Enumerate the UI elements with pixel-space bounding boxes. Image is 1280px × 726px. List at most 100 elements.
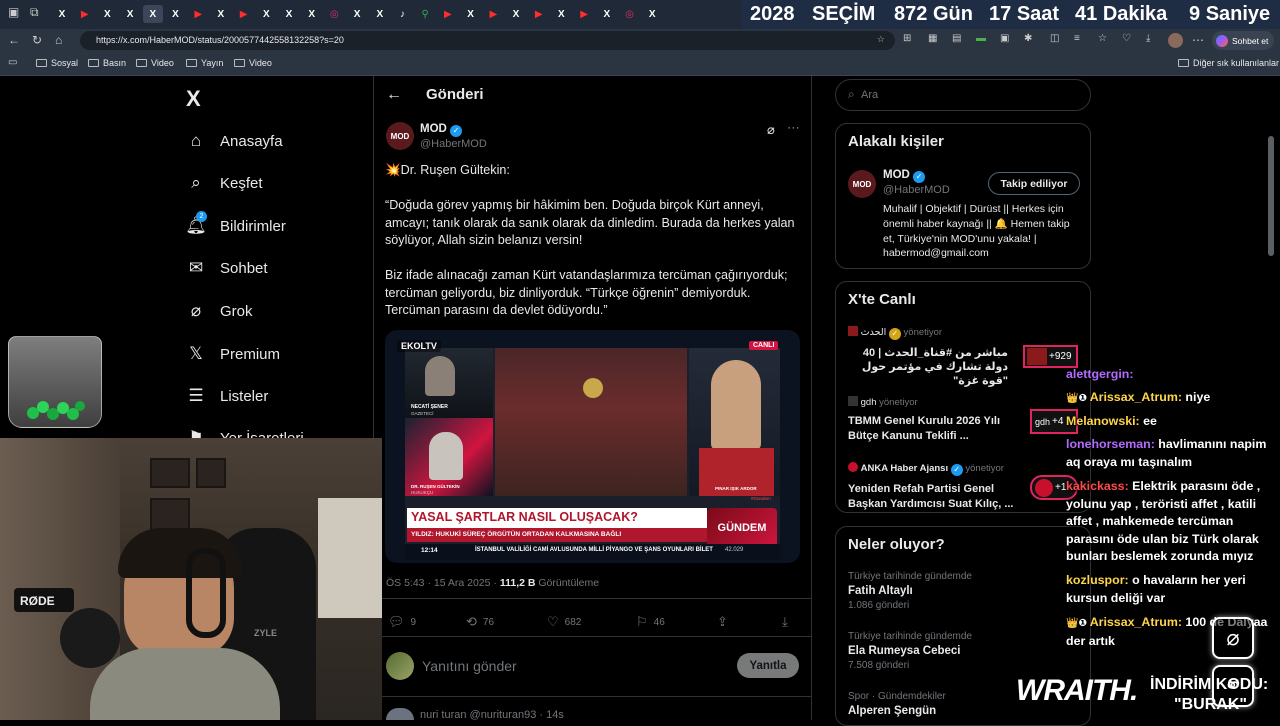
post-timestamp[interactable]: ÖS 5:43 · 15 Ara 2025 · <box>386 577 500 589</box>
grok-explain-icon[interactable]: ⌀ <box>767 122 775 138</box>
home-icon[interactable]: ⌂ <box>55 33 62 47</box>
puzzle-icon[interactable]: ✱ <box>1024 33 1032 44</box>
url-field[interactable]: https://x.com/HaberMOD/status/2000577442… <box>80 31 895 50</box>
extension-icon[interactable]: ⊞ <box>903 33 911 44</box>
bookmark-folder[interactable]: Basın <box>88 58 126 68</box>
extension-icon[interactable]: ▦ <box>928 33 937 44</box>
like-action[interactable]: ♡ 682 <box>547 614 581 630</box>
x-tab-icon[interactable]: X <box>142 5 163 23</box>
favorites-icon[interactable]: ☆ <box>1098 33 1107 44</box>
x-tab-icon[interactable]: X <box>256 5 276 23</box>
youtube-tab-icon[interactable]: ▶ <box>574 5 594 23</box>
share-action[interactable]: ⇪ <box>717 614 728 630</box>
sidebar-item-explore[interactable]: ⌕ Keşfet <box>186 173 262 193</box>
tab-actions-icon[interactable]: ▣ <box>8 5 19 19</box>
x-tab-icon[interactable]: X <box>120 5 140 23</box>
author-handle[interactable]: @HaberMOD <box>420 138 487 150</box>
downloads-icon[interactable]: ⤓ <box>1146 33 1150 44</box>
extension-icon[interactable]: ▤ <box>952 33 961 44</box>
x-tab-icon[interactable]: X <box>52 5 72 23</box>
heart-icon[interactable]: ♡ <box>1122 33 1131 44</box>
favorite-star-icon[interactable]: ☆ <box>877 34 885 45</box>
bookmark-action[interactable]: ⚐ 46 <box>636 614 665 630</box>
following-button[interactable]: Takip ediliyor <box>988 172 1080 195</box>
x-tab-icon[interactable]: X <box>166 5 186 23</box>
x-tab-icon[interactable]: X <box>597 5 617 23</box>
author-avatar[interactable]: MOD <box>386 122 414 150</box>
reply-button[interactable]: Yanıtla <box>737 653 799 678</box>
x-logo[interactable]: X <box>186 86 201 112</box>
verified-badge-icon: ✓ <box>913 171 926 183</box>
sidebar-item-lists[interactable]: ☰ Listeler <box>186 386 268 406</box>
maps-tab-icon[interactable]: ⚲ <box>415 5 435 23</box>
trend-item[interactable]: Türkiye tarihinde gündemde Fatih Altaylı… <box>848 571 972 611</box>
repost-action[interactable]: ⟲ 76 <box>466 614 494 630</box>
tbmm-emblem <box>583 378 603 398</box>
sidebar-item-messages[interactable]: ✉ Sohbet <box>186 258 268 278</box>
reload-icon[interactable]: ↻ <box>32 33 42 47</box>
extension-icon[interactable]: ▬ <box>976 33 986 44</box>
sidebar-item-premium[interactable]: 𝕏 Premium <box>186 344 280 364</box>
x-tab-icon[interactable]: X <box>211 5 231 23</box>
mail-icon: ✉ <box>188 258 204 277</box>
youtube-tab-icon[interactable]: ▶ <box>529 5 549 23</box>
x-tab-icon[interactable]: X <box>642 5 662 23</box>
x-tab-icon[interactable]: X <box>506 5 526 23</box>
youtube-tab-icon[interactable]: ▶ <box>483 5 503 23</box>
x-tab-icon[interactable]: X <box>279 5 299 23</box>
listener-avatar <box>1027 348 1047 365</box>
x-tab-icon[interactable]: X <box>97 5 117 23</box>
ticker-clock: 12:14 <box>421 547 438 554</box>
reply-input[interactable]: Yanıtını gönder <box>422 658 517 674</box>
more-icon[interactable]: ⋯ <box>1192 33 1204 47</box>
youtube-tab-icon[interactable]: ▶ <box>438 5 458 23</box>
bookmark-folder[interactable]: Video <box>234 58 272 68</box>
trend-item[interactable]: Spor · Gündemdekiler Alperen Şengün <box>848 691 946 717</box>
related-avatar[interactable]: MOD <box>848 170 876 198</box>
x-tab-icon[interactable]: X <box>302 5 322 23</box>
guest2-role: HUKUKÇU <box>411 490 434 495</box>
back-icon[interactable]: ← <box>8 33 20 47</box>
related-name-row[interactable]: MOD ✓ <box>883 169 926 183</box>
tiktok-tab-icon[interactable]: ♪ <box>393 5 413 23</box>
collections-icon[interactable]: ≡ <box>1074 33 1080 44</box>
trend-item[interactable]: Türkiye tarihinde gündemde Ela Rumeysa C… <box>848 631 972 671</box>
scrollbar-thumb[interactable] <box>1268 136 1274 256</box>
search-field[interactable]: ⌕ Ara <box>835 79 1091 111</box>
split-screen-icon[interactable]: ◫ <box>1050 33 1059 44</box>
sidebar-toggle-icon[interactable]: ▭ <box>8 57 17 68</box>
x-tab-icon[interactable]: X <box>370 5 390 23</box>
youtube-tab-icon[interactable]: ▶ <box>75 5 95 23</box>
bookmark-folder[interactable]: Sosyal <box>36 58 78 68</box>
more-options-icon[interactable]: ⋯ <box>787 120 800 136</box>
sidebar-item-notifications[interactable]: 🔔︎ 2 Bildirimler <box>185 211 286 236</box>
copilot-button[interactable]: Sohbet et <box>1212 31 1274 50</box>
x-tab-icon[interactable]: X <box>551 5 571 23</box>
subline-text: YILDIZ: HUKUKİ SÜREÇ ÖRGÜTÜN ORTADAN KAL… <box>411 531 622 538</box>
download-action[interactable]: ⤓ <box>782 614 788 630</box>
youtube-tab-icon[interactable]: ▶ <box>234 5 254 23</box>
bookmark-folder[interactable]: Yayın <box>186 58 223 68</box>
sidebar-item-home[interactable]: ⌂ Anasayfa <box>186 131 283 151</box>
x-tab-icon[interactable]: X <box>461 5 481 23</box>
other-bookmarks[interactable]: Diğer sık kullanılanlar <box>1178 58 1279 68</box>
bookmark-folder[interactable]: Video <box>136 58 174 68</box>
author-name-row[interactable]: MOD ✓ <box>420 123 463 137</box>
countdown-hours-value: 17 <box>989 3 1012 25</box>
profile-avatar[interactable] <box>1168 33 1183 48</box>
back-arrow-icon[interactable]: ← <box>386 86 402 104</box>
extension-icon[interactable]: ▣ <box>1000 33 1009 44</box>
sidebar-item-grok[interactable]: ⌀ Grok <box>186 301 253 321</box>
x-tab-icon[interactable]: X <box>347 5 367 23</box>
tab-groups-icon[interactable]: ⧉ <box>30 5 39 20</box>
instagram-tab-icon[interactable]: ◎ <box>324 5 344 23</box>
live-host: gdh <box>860 397 877 408</box>
chat-username: lonehorseman: <box>1066 437 1155 451</box>
instagram-tab-icon[interactable]: ◎ <box>620 5 640 23</box>
reply-action[interactable]: 💬︎ 9 <box>388 614 416 630</box>
browser-tab-bar: ▣ ⧉ X ▶ X X X X ▶ X ▶ X X X ◎ X X ♪ ⚲ ▶ X ▶ X ▶ X ▶ X ◎ X 2028 SEÇ… <box>0 0 1280 29</box>
post-video[interactable]: NECATİ ŞENER GAZETECİ DR. RUŞEN GÜLTEKİN… <box>385 330 800 563</box>
sidebar-item-label: Sohbet <box>220 259 268 277</box>
wall-photo <box>150 458 190 488</box>
youtube-tab-icon[interactable]: ▶ <box>188 5 208 23</box>
